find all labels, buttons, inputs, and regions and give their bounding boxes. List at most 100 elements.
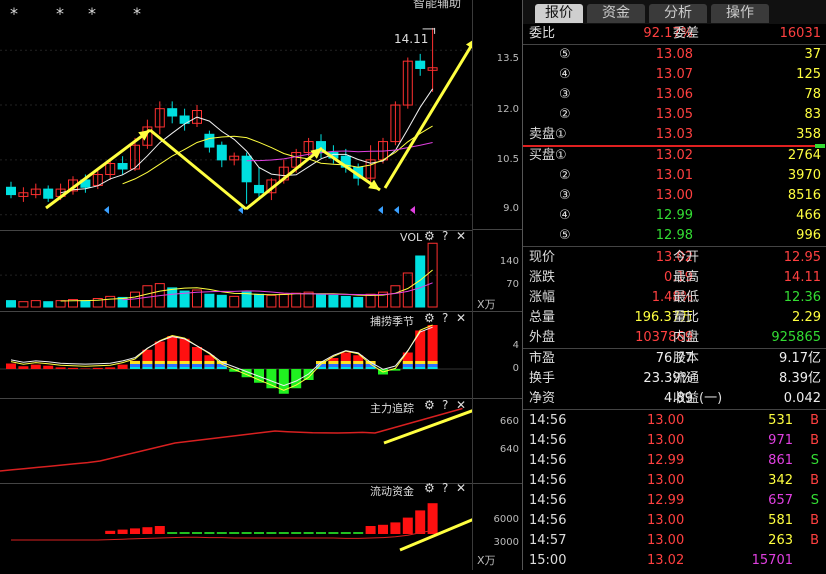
tab-analysis[interactable]: 分析 — [649, 4, 707, 23]
season-bar-band — [353, 364, 364, 367]
tick-volume: 15701 — [751, 553, 793, 568]
fundamental-label: 市盈 — [529, 351, 556, 366]
season-bar-band — [167, 364, 178, 367]
price-axis: 13.5 12.0 10.5 9.0 140 70 X万 4 0 660 640… — [472, 0, 523, 570]
season-bar — [43, 365, 54, 369]
tab-quote[interactable]: 报价 — [535, 4, 583, 23]
gear-icon[interactable]: ⚙ — [424, 229, 435, 243]
axis-label: 4 — [512, 340, 519, 351]
tick-time: 14:56 — [529, 413, 567, 428]
tick-volume: 971 — [768, 433, 793, 448]
sell-order-row[interactable]: ③ 13.06 78 — [523, 85, 826, 105]
kline-chart-area[interactable]: * * * * 智能辅助 14.11 VOL ⚙ ? ✕ 捕捞季节 ⚙ ? ✕ … — [0, 0, 511, 570]
sell-order-row[interactable]: ② 13.05 83 — [523, 105, 826, 125]
order-volume: 83 — [804, 107, 821, 122]
close-icon[interactable]: ✕ — [456, 398, 466, 412]
tab-funds[interactable]: 资金 — [587, 4, 645, 23]
tick-price: 13.00 — [647, 413, 685, 428]
buy-order-row[interactable]: 买盘① 13.02 2764 — [523, 146, 826, 166]
volume-bar — [204, 293, 215, 308]
axis-label: 0 — [512, 363, 519, 374]
flow-panel[interactable]: 流动资金 ⚙ ? ✕ — [0, 481, 511, 570]
order-volume: 2764 — [787, 148, 821, 163]
main-track-panel[interactable]: 主力追踪 ⚙ ? ✕ — [0, 398, 489, 483]
order-level: ⑤ — [559, 47, 571, 62]
flow-bar — [266, 532, 277, 534]
buy-order-row[interactable]: ⑤ 12.98 996 — [523, 226, 826, 246]
season-bar-band — [130, 364, 140, 367]
season-bar-band — [402, 361, 413, 364]
volume-bar — [167, 287, 178, 308]
order-price: 13.03 — [655, 127, 693, 142]
season-bar-band — [192, 364, 202, 367]
tick-time: 14:56 — [529, 433, 567, 448]
close-icon[interactable]: ✕ — [456, 481, 466, 495]
buy-order-row[interactable]: ④ 12.99 466 — [523, 206, 826, 226]
tick-row[interactable]: 14:56 13.00 531 B — [523, 411, 826, 431]
season-bar-band — [154, 361, 165, 364]
gear-icon[interactable]: ⚙ — [424, 481, 435, 495]
quote-row: 现价 13.02 今开 12.95 — [523, 248, 826, 268]
close-icon[interactable]: ✕ — [456, 311, 466, 325]
order-level: ③ — [559, 87, 571, 102]
axis-label: 6000 — [493, 514, 519, 525]
candle-body — [216, 144, 227, 161]
tick-row[interactable]: 14:57 13.00 263 B — [523, 531, 826, 551]
fundamental-value: 8.39亿 — [779, 371, 821, 386]
order-level: 卖盘① — [529, 127, 567, 142]
tick-row[interactable]: 14:56 13.00 581 B — [523, 511, 826, 531]
unit-label: X万 — [477, 554, 496, 567]
order-price: 13.07 — [655, 67, 693, 82]
season-bar-band — [328, 364, 339, 367]
tick-row[interactable]: 14:56 12.99 861 S — [523, 451, 826, 471]
season-bar-band — [353, 367, 364, 369]
weicha-label: 委差 — [673, 26, 700, 41]
season-panel[interactable]: 捕捞季节 ⚙ ? ✕ — [0, 311, 472, 398]
sell-order-row[interactable]: ⑤ 13.08 37 — [523, 45, 826, 65]
flow-bar — [415, 510, 426, 534]
order-price: 13.05 — [655, 107, 693, 122]
order-volume: 466 — [796, 208, 821, 223]
help-icon[interactable]: ? — [442, 481, 448, 495]
volume-bar — [6, 300, 16, 308]
fundamental-label: 换手 — [529, 371, 556, 386]
tab-operation[interactable]: 操作 — [711, 4, 769, 23]
help-icon[interactable]: ? — [442, 229, 448, 243]
webi-row: 委比 92.17% 委差 16031 — [523, 24, 826, 44]
season-bar-band — [340, 364, 351, 367]
buy-order-row[interactable]: ③ 13.00 8516 — [523, 186, 826, 206]
sell-order-row[interactable]: 卖盘① 13.03 358 — [523, 125, 826, 145]
help-icon[interactable]: ? — [442, 398, 448, 412]
tick-side: B — [810, 513, 819, 528]
tick-row[interactable]: 14:56 13.00 342 B — [523, 471, 826, 491]
volume-bar — [365, 293, 376, 308]
tick-row[interactable]: 14:56 13.00 971 B — [523, 431, 826, 451]
sell-order-row[interactable]: ④ 13.07 125 — [523, 65, 826, 85]
order-volume: 8516 — [787, 188, 821, 203]
volume-bar — [30, 300, 41, 308]
axis-label: 12.0 — [496, 104, 519, 115]
tick-row[interactable]: 14:56 12.99 657 S — [523, 491, 826, 511]
close-icon[interactable]: ✕ — [456, 229, 466, 243]
season-bar-band — [427, 367, 438, 369]
tick-row[interactable]: 15:00 13.02 15701 — [523, 551, 826, 571]
axis-label: 10.5 — [496, 154, 519, 165]
flow-bar — [105, 530, 116, 534]
quote-label: 外盘 — [529, 330, 556, 345]
flow-bar — [316, 532, 326, 534]
flow-bar — [142, 527, 153, 534]
help-icon[interactable]: ? — [442, 311, 448, 325]
price-panel[interactable]: * * * * 智能辅助 14.11 — [0, 0, 478, 230]
buy-order-row[interactable]: ② 13.01 3970 — [523, 166, 826, 186]
tick-volume: 581 — [768, 513, 793, 528]
season-bar-band — [402, 364, 413, 367]
volume-bar — [43, 301, 54, 308]
volume-bar — [316, 293, 326, 308]
gear-icon[interactable]: ⚙ — [424, 311, 435, 325]
volume-panel[interactable]: VOL ⚙ ? ✕ — [0, 229, 472, 311]
quote-row: 涨幅 1.48% 最低 12.36 — [523, 288, 826, 308]
tick-time: 14:56 — [529, 513, 567, 528]
quote-row: 外盘 1037869 内盘 925865 — [523, 328, 826, 348]
order-price: 13.06 — [655, 87, 693, 102]
gear-icon[interactable]: ⚙ — [424, 398, 435, 412]
